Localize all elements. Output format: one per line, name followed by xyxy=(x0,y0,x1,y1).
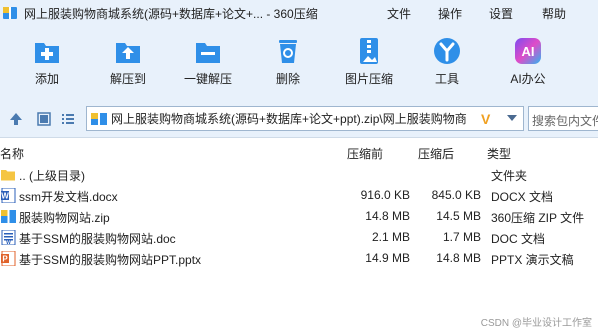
table-row[interactable]: P 基于SSM的服装购物网站PPT.pptx 14.9 MB 14.8 MB P… xyxy=(0,248,598,269)
file-compressed-size: 14.8 MB xyxy=(436,251,481,265)
file-name: 服装购物网站.zip xyxy=(19,211,110,225)
ppt-icon: P xyxy=(1,250,16,267)
column-type[interactable]: 类型 xyxy=(487,145,511,162)
file-type: PPTX 演示文稿 xyxy=(491,253,574,267)
table-row[interactable]: 服装购物网站.zip 14.8 MB 14.5 MB 360压缩 ZIP 文件 xyxy=(0,206,598,227)
file-name: 基于SSM的服装购物网站PPT.pptx xyxy=(19,253,202,267)
ai-badge-text: AI xyxy=(522,44,535,59)
image-compress-label: 图片压缩 xyxy=(344,72,393,86)
one-click-extract-icon xyxy=(193,36,223,66)
image-compress-icon xyxy=(354,36,384,66)
ai-office-label: AI办公 xyxy=(510,72,546,86)
add-label: 添加 xyxy=(34,72,59,86)
one-click-extract-label: 一键解压 xyxy=(183,72,232,86)
app-logo-icon xyxy=(2,5,18,21)
menu-file[interactable]: 文件 xyxy=(387,0,411,26)
svg-text:P: P xyxy=(2,255,8,264)
column-size[interactable]: 压缩前 xyxy=(347,145,383,162)
zip-icon xyxy=(1,209,16,224)
ai-office-button[interactable]: AI AI办公 xyxy=(493,36,563,87)
detail-view-icon[interactable] xyxy=(36,111,52,127)
add-button[interactable]: 添加 xyxy=(12,36,82,87)
up-arrow-icon[interactable] xyxy=(8,111,24,127)
table-row[interactable]: W ssm开发文档.docx 916.0 KB 845.0 KB DOCX 文档 xyxy=(0,185,598,206)
file-type: 文件夹 xyxy=(491,169,528,183)
address-dropdown-icon[interactable] xyxy=(507,115,517,121)
table-row[interactable]: .. (上级目录) 文件夹 xyxy=(0,164,598,185)
file-name: ssm开发文档.docx xyxy=(19,190,118,204)
file-list: .. (上级目录) 文件夹 W ssm开发文档.docx 916.0 KB 84… xyxy=(0,164,598,269)
address-field[interactable]: 网上服装购物商城系统(源码+数据库+论文+ppt).zip\网上服装购物商 V xyxy=(86,106,524,131)
tools-label: 工具 xyxy=(434,72,459,86)
watermark: CSDN @毕业设计工作室 xyxy=(480,318,592,329)
file-type: DOCX 文档 xyxy=(491,190,554,204)
zip-archive-icon xyxy=(91,112,107,126)
extract-to-label: 解压到 xyxy=(109,72,146,86)
image-compress-button[interactable]: 图片压缩 xyxy=(334,36,404,87)
file-size: 14.9 MB xyxy=(365,251,410,265)
delete-button[interactable]: 删除 xyxy=(253,36,323,87)
file-size: 2.1 MB xyxy=(371,230,410,244)
word-icon: W xyxy=(1,229,16,246)
extract-to-button[interactable]: 解压到 xyxy=(93,36,163,87)
svg-text:W: W xyxy=(6,240,11,245)
ai-office-icon: AI xyxy=(513,36,543,66)
table-row[interactable]: W 基于SSM的服装购物网站.doc 2.1 MB 1.7 MB DOC 文档 xyxy=(0,227,598,248)
list-view-icon[interactable] xyxy=(60,111,76,127)
recycle-bin-icon xyxy=(273,36,303,66)
menu-settings[interactable]: 设置 xyxy=(489,0,513,26)
menu-help[interactable]: 帮助 xyxy=(542,0,566,26)
delete-label: 删除 xyxy=(275,72,300,86)
file-name: .. (上级目录) xyxy=(19,169,85,183)
search-input[interactable]: 搜索包内文件 xyxy=(528,106,598,131)
tools-icon xyxy=(432,36,462,66)
extract-to-icon xyxy=(113,36,143,66)
file-type: 360压缩 ZIP 文件 xyxy=(491,211,585,225)
one-click-extract-button[interactable]: 一键解压 xyxy=(173,36,243,87)
file-size: 916.0 KB xyxy=(360,188,410,202)
file-compressed-size: 14.5 MB xyxy=(436,209,481,223)
address-bar: 网上服装购物商城系统(源码+数据库+论文+ppt).zip\网上服装购物商 V … xyxy=(0,100,598,138)
file-name: 基于SSM的服装购物网站.doc xyxy=(19,232,176,246)
file-compressed-size: 1.7 MB xyxy=(442,230,481,244)
address-v-mark: V xyxy=(481,110,491,127)
tools-button[interactable]: 工具 xyxy=(412,36,482,87)
folder-icon xyxy=(1,167,16,182)
column-compressed[interactable]: 压缩后 xyxy=(418,145,454,162)
column-name[interactable]: 名称 xyxy=(0,145,24,162)
file-type: DOC 文档 xyxy=(491,232,546,246)
address-path: 网上服装购物商城系统(源码+数据库+论文+ppt).zip\网上服装购物商 xyxy=(111,112,467,126)
word-icon: W xyxy=(1,187,16,204)
toolbar: 添加 解压到 一键解压 删除 图片压缩 工具 AI AI办公 xyxy=(0,26,598,100)
file-compressed-size: 845.0 KB xyxy=(431,188,481,202)
window-title: 网上服装购物商城系统(源码+数据库+论文+... - 360压缩 xyxy=(24,6,318,21)
file-size: 14.8 MB xyxy=(365,209,410,223)
menu-operations[interactable]: 操作 xyxy=(438,0,462,26)
add-icon xyxy=(32,36,62,66)
column-header-row: 名称 压缩前 压缩后 类型 xyxy=(0,142,598,162)
svg-text:W: W xyxy=(1,192,9,201)
